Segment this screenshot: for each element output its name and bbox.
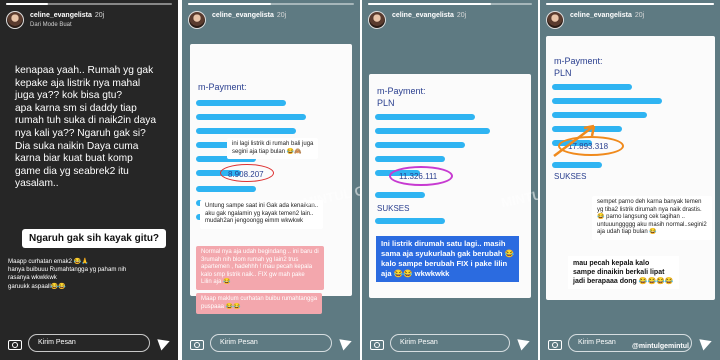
caption-sticker: mau pecah kepala kalo sampe dinaikin ber… bbox=[568, 256, 679, 289]
username[interactable]: celine_evangelista 20j bbox=[570, 12, 644, 19]
story-panel-2[interactable]: celine_evangelista 20j m-Payment: 8.908.2… bbox=[182, 0, 360, 360]
redacted-line bbox=[375, 192, 425, 198]
highlight-circle bbox=[220, 164, 274, 182]
username-text[interactable]: celine_evangelista bbox=[212, 12, 274, 19]
story-footer: Kirim Pesan bbox=[540, 324, 720, 360]
story-panel-1[interactable]: celine_evangelista 20j Dari Mode Buat ken… bbox=[0, 0, 178, 360]
send-icon[interactable] bbox=[339, 335, 354, 351]
story-time: 20j bbox=[94, 12, 105, 19]
story-time: 20j bbox=[456, 12, 467, 19]
story-progress-bar bbox=[6, 3, 172, 5]
redacted-line bbox=[375, 142, 465, 148]
redacted-line bbox=[196, 186, 256, 192]
source-tag: @mintulgemintul bbox=[632, 343, 689, 350]
story-progress-fill bbox=[368, 3, 491, 5]
send-icon[interactable] bbox=[517, 335, 532, 351]
story-footer: Kirim Pesan bbox=[362, 324, 538, 360]
pln-label: PLN bbox=[377, 98, 395, 108]
story-progress-bar bbox=[546, 3, 714, 5]
camera-icon[interactable] bbox=[190, 338, 204, 350]
camera-icon[interactable] bbox=[548, 338, 562, 350]
camera-icon[interactable] bbox=[370, 338, 384, 350]
story-progress-fill bbox=[188, 3, 271, 5]
story-progress-fill bbox=[6, 3, 48, 5]
story-time: 20j bbox=[634, 12, 645, 19]
story-footer: Kirim Pesan bbox=[0, 324, 178, 360]
username-text[interactable]: celine_evangelista bbox=[392, 12, 454, 19]
avatar[interactable] bbox=[188, 11, 206, 29]
username[interactable]: celine_evangelista 20j bbox=[30, 12, 104, 19]
caption-sticker: Ini listrik dirumah satu lagi.. masih sa… bbox=[376, 236, 520, 282]
redacted-line bbox=[196, 114, 306, 120]
redacted-line bbox=[552, 162, 602, 168]
redacted-line bbox=[375, 156, 445, 162]
status-label: SUKSES bbox=[554, 172, 587, 181]
send-icon[interactable] bbox=[157, 335, 172, 351]
status-label: SUKSES bbox=[377, 204, 410, 213]
story-header: celine_evangelista 20j Dari Mode Buat bbox=[6, 9, 172, 33]
send-icon[interactable] bbox=[699, 335, 714, 351]
username[interactable]: celine_evangelista 20j bbox=[392, 12, 466, 19]
message-input[interactable]: Kirim Pesan bbox=[28, 334, 150, 352]
message-input[interactable]: Kirim Pesan bbox=[390, 334, 510, 352]
question-sticker: Ngaruh gak sih kayak gitu? bbox=[22, 229, 167, 248]
avatar[interactable] bbox=[546, 11, 564, 29]
highlight-circle bbox=[389, 166, 453, 186]
redacted-line bbox=[196, 100, 286, 106]
redacted-line bbox=[552, 84, 632, 90]
story-body-text: kenapaa yaah.. Rumah yg gak kepake aja l… bbox=[15, 65, 157, 190]
story-panel-3[interactable]: celine_evangelista 20j m-Payment: PLN 11.… bbox=[362, 0, 538, 360]
story-reply-text: Maapp curhatan emak2 😂🙏 hanya buibuuu Ru… bbox=[8, 258, 127, 290]
avatar[interactable] bbox=[6, 11, 24, 29]
story-progress-bar bbox=[188, 3, 354, 5]
username-text[interactable]: celine_evangelista bbox=[570, 12, 632, 19]
caption-sticker: ini lagi listrik di rumah bali juga segi… bbox=[227, 138, 319, 159]
caption-sticker: Maap maklum curhatan buibu rumahtangga p… bbox=[196, 293, 323, 314]
story-header: celine_evangelista 20j bbox=[188, 9, 354, 33]
story-progress-bar bbox=[368, 3, 532, 5]
redacted-line bbox=[375, 128, 490, 134]
username[interactable]: celine_evangelista 20j bbox=[212, 12, 286, 19]
caption-sticker: sempet parno deh karna banyak temen yg t… bbox=[592, 196, 712, 240]
mpayment-label: m-Payment: bbox=[554, 56, 603, 66]
username-text[interactable]: celine_evangelista bbox=[30, 12, 92, 19]
message-input[interactable]: Kirim Pesan bbox=[210, 334, 332, 352]
redacted-line bbox=[375, 114, 475, 120]
story-panel-4[interactable]: celine_evangelista 20j m-Payment: PLN 17.… bbox=[540, 0, 720, 360]
avatar[interactable] bbox=[368, 11, 386, 29]
story-time: 20j bbox=[276, 12, 287, 19]
redacted-line bbox=[196, 128, 296, 134]
story-header: celine_evangelista 20j bbox=[546, 9, 714, 33]
story-footer: Kirim Pesan bbox=[182, 324, 360, 360]
caption-sticker: Normal nya aja udah begindang .. ini bar… bbox=[196, 246, 324, 290]
camera-icon[interactable] bbox=[8, 338, 22, 350]
redacted-line bbox=[375, 218, 445, 224]
mpayment-label: m-Payment: bbox=[377, 86, 426, 96]
story-subtitle: Dari Mode Buat bbox=[30, 22, 72, 28]
redacted-line bbox=[552, 112, 647, 118]
redacted-line bbox=[552, 98, 662, 104]
mpayment-label: m-Payment: bbox=[198, 82, 247, 92]
pln-label: PLN bbox=[554, 68, 572, 78]
arrow-icon bbox=[553, 124, 596, 157]
story-header: celine_evangelista 20j bbox=[368, 9, 532, 33]
story-progress-fill bbox=[546, 3, 714, 5]
